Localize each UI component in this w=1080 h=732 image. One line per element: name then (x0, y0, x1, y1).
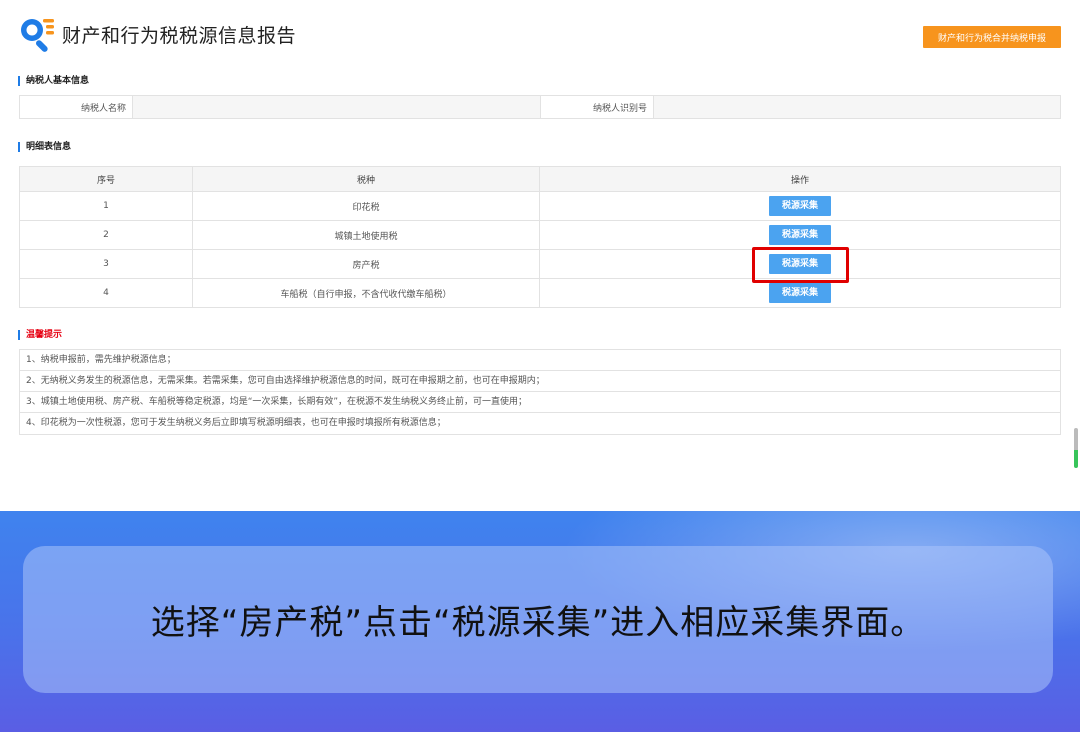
tip-item: 3、城镇土地使用税、房产税、车船税等稳定税源，均是“一次采集，长期有效”，在税源… (20, 392, 1060, 413)
tax-type: 房产税 (192, 249, 540, 279)
tax-type: 车船税（自行申报，不含代收代缴车船税） (192, 278, 540, 308)
row-number: 3 (19, 249, 193, 279)
section-title-basic-info: 纳税人基本信息 (18, 76, 89, 86)
tip-item: 1、纳税申报前，需先维护税源信息； (20, 350, 1060, 371)
taxpayer-name-field (133, 96, 541, 118)
taxpayer-id-label: 纳税人识别号 (541, 96, 654, 118)
scrollbar-thumb[interactable] (1074, 428, 1078, 468)
page-header: 财产和行为税税源信息报告 (18, 14, 296, 54)
action-cell: 税源采集 (539, 191, 1061, 221)
row-number: 1 (19, 191, 193, 221)
caption-box: 选择“房产税”点击“税源采集”进入相应采集界面。 (23, 546, 1053, 693)
detail-table: 序号 税种 操作 1 印花税 税源采集 2 城镇土地使用税 税源采集 3 房产税… (19, 166, 1061, 308)
column-header-action: 操作 (539, 166, 1061, 192)
action-cell: 税源采集 (539, 220, 1061, 250)
column-header-no: 序号 (19, 166, 193, 192)
table-row: 4 车船税（自行申报，不含代收代缴车船税） 税源采集 (19, 278, 1061, 308)
tax-type: 印花税 (192, 191, 540, 221)
tips-list: 1、纳税申报前，需先维护税源信息； 2、无纳税义务发生的税源信息，无需采集。若需… (19, 349, 1061, 435)
collect-button-land-use-tax[interactable]: 税源采集 (769, 225, 831, 245)
section-title-detail: 明细表信息 (18, 142, 71, 152)
tax-type: 城镇土地使用税 (192, 220, 540, 250)
page-title: 财产和行为税税源信息报告 (62, 24, 297, 47)
basic-info-table: 纳税人名称 纳税人识别号 (19, 95, 1061, 119)
taxpayer-name-label: 纳税人名称 (20, 96, 133, 118)
table-header-row: 序号 税种 操作 (19, 166, 1061, 192)
instruction-banner: 选择“房产税”点击“税源采集”进入相应采集界面。 (0, 511, 1080, 732)
column-header-tax: 税种 (192, 166, 540, 192)
tip-item: 2、无纳税义务发生的税源信息，无需采集。若需采集，您可自由选择维护税源信息的时间… (20, 371, 1060, 392)
collect-button-vehicle-tax[interactable]: 税源采集 (769, 283, 831, 303)
instruction-caption: 选择“房产税”点击“税源采集”进入相应采集界面。 (150, 603, 926, 643)
table-row: 3 房产税 税源采集 (19, 249, 1061, 279)
table-row: 2 城镇土地使用税 税源采集 (19, 220, 1061, 250)
row-number: 4 (19, 278, 193, 308)
highlight-box (752, 247, 849, 283)
merge-declaration-button[interactable]: 财产和行为税合并纳税申报 (923, 26, 1061, 48)
tip-item: 4、印花税为一次性税源，您可于发生纳税义务后立即填写税源明细表，也可在申报时填报… (26, 418, 446, 428)
row-number: 2 (19, 220, 193, 250)
taxpayer-id-field (654, 96, 1060, 118)
search-document-icon (18, 14, 58, 54)
section-title-tips: 温馨提示 (18, 330, 62, 340)
table-row: 1 印花税 税源采集 (19, 191, 1061, 221)
collect-button-stamp-tax[interactable]: 税源采集 (769, 196, 831, 216)
